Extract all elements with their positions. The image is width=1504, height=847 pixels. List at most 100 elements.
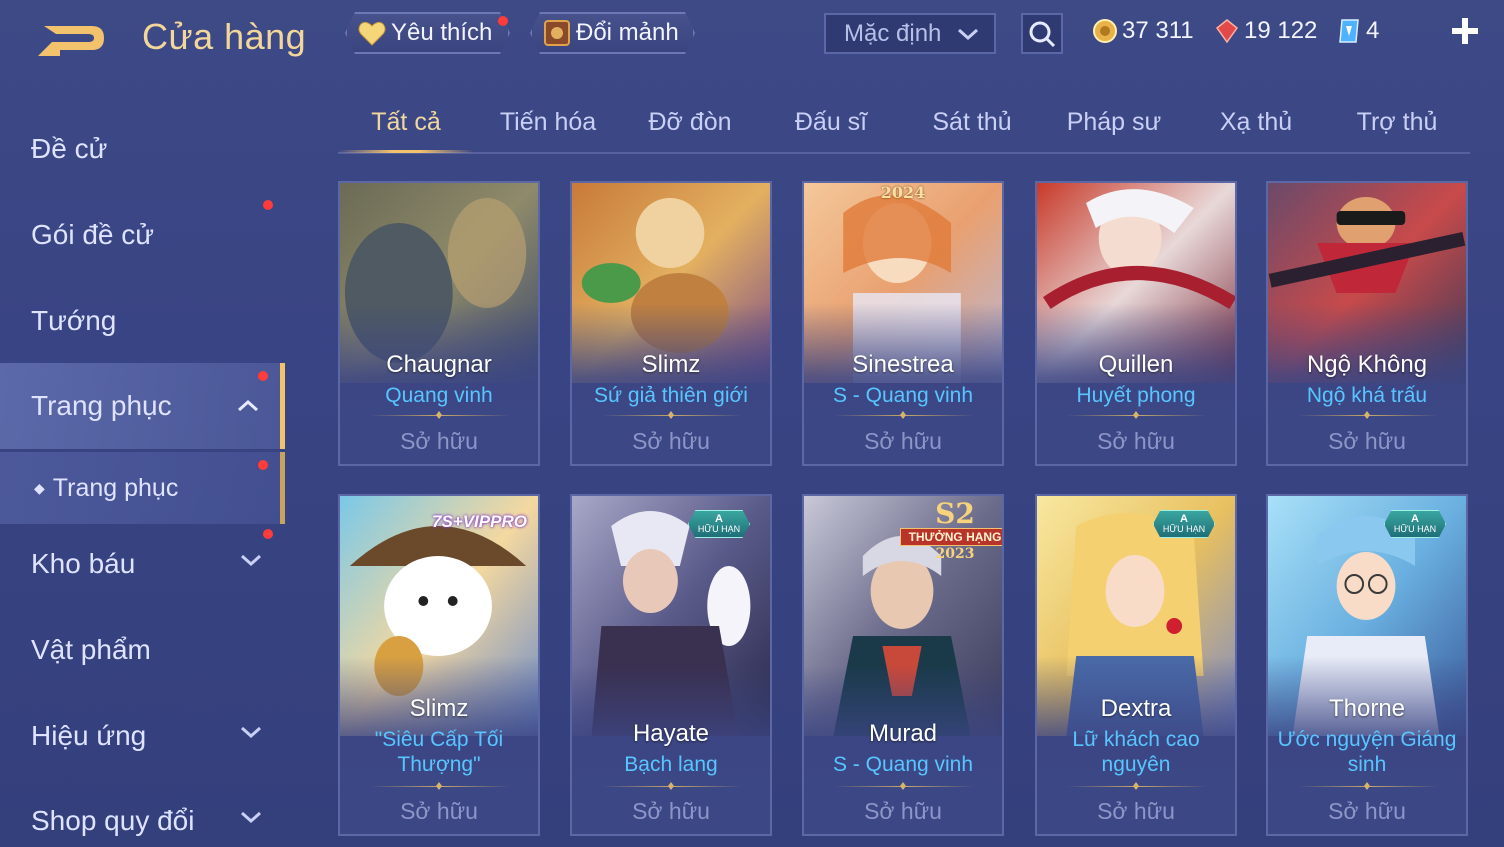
- limited-rank-badge: A HỮU HẠN: [688, 510, 750, 538]
- gem-currency: 4: [1336, 15, 1379, 47]
- sidebar: Đề cử Gói đề cử Tướng Trang phục ◆ Trang…: [0, 100, 285, 847]
- notification-dot: [258, 460, 268, 470]
- sort-dropdown[interactable]: Mặc định: [824, 13, 996, 54]
- tab-all[interactable]: Tất cả: [338, 108, 474, 154]
- limited-rank-badge: A HỮU HẠN: [1384, 510, 1446, 538]
- hero-name: Ngộ Không: [1306, 351, 1428, 378]
- skin-name: Ngộ khá trấu: [1306, 384, 1428, 407]
- page-title: Cửa hàng: [142, 16, 307, 57]
- tab-mage[interactable]: Pháp sư: [1046, 108, 1182, 154]
- exchange-shards-button[interactable]: Đổi mảnh: [530, 12, 695, 54]
- skin-card[interactable]: 7S+VIPPRO Slimz "Siêu Cấp Tối Thượng" Sở…: [338, 494, 540, 836]
- skin-card[interactable]: A HỮU HẠN Thorne Ước nguyện Giáng sinh S…: [1266, 494, 1468, 836]
- back-button[interactable]: [30, 20, 110, 60]
- sidebar-item-label: Đề cử: [31, 133, 108, 164]
- heart-icon: [357, 18, 387, 48]
- gem-amount: 4: [1366, 17, 1380, 44]
- hero-name: Slimz: [409, 695, 469, 722]
- sidebar-item-heroes[interactable]: Tướng: [0, 278, 285, 364]
- sidebar-item-treasure[interactable]: Kho báu: [0, 521, 285, 607]
- chevron-down-icon: [241, 726, 261, 739]
- divider: [1298, 415, 1438, 416]
- divider: [1067, 786, 1207, 787]
- hero-name: Thorne: [1328, 695, 1406, 722]
- ruby-currency: 19 122: [1214, 15, 1317, 47]
- owned-status: Sở hữu: [400, 428, 478, 454]
- gold-currency: 37 311: [1092, 15, 1194, 47]
- owned-status: Sở hữu: [1328, 428, 1406, 454]
- event-year-badge: 2024: [880, 183, 926, 202]
- divider: [834, 415, 974, 416]
- search-button[interactable]: [1021, 13, 1063, 54]
- notification-dot: [258, 371, 268, 381]
- sidebar-item-effects[interactable]: Hiệu ứng: [0, 693, 285, 779]
- hero-name: Chaugnar: [386, 351, 492, 378]
- skin-card[interactable]: Quillen Huyết phong Sở hữu: [1035, 181, 1237, 466]
- owned-status: Sở hữu: [400, 798, 478, 824]
- sidebar-item-recommended[interactable]: Đề cử: [0, 106, 285, 192]
- owned-status: Sở hữu: [864, 798, 942, 824]
- divider: [834, 786, 974, 787]
- vip-badge: 7S+VIPPRO: [432, 512, 527, 531]
- bullet-icon: ◆: [34, 479, 45, 496]
- skin-card[interactable]: S2 THƯỞNG HẠNG 2023 Murad S - Quang vinh…: [802, 494, 1004, 836]
- skin-name: Ước nguyện Giáng sinh: [1277, 728, 1457, 776]
- gold-coin-icon: [1093, 19, 1117, 43]
- notification-dot: [498, 16, 508, 26]
- season-rank-badge: S2 THƯỞNG HẠNG 2023: [900, 500, 1002, 564]
- sidebar-item-label: Trang phục: [31, 390, 172, 421]
- tab-fighter[interactable]: Đấu sĩ: [763, 108, 899, 154]
- sidebar-item-skins[interactable]: Trang phục: [0, 363, 285, 449]
- skin-name: Quang vinh: [385, 384, 493, 407]
- hero-name: Sinestrea: [852, 351, 954, 378]
- divider: [370, 786, 510, 787]
- skin-name: Huyết phong: [1076, 384, 1196, 407]
- search-icon: [1029, 21, 1056, 47]
- tab-support[interactable]: Trợ thủ: [1329, 108, 1465, 154]
- hero-name: Slimz: [641, 351, 701, 378]
- divider: [602, 786, 742, 787]
- skin-name: "Siêu Cấp Tối Thượng": [374, 728, 504, 776]
- sidebar-item-label: Gói đề cử: [31, 219, 155, 250]
- skin-card[interactable]: A HỮU HẠN Hayate Bạch lang Sở hữu: [570, 494, 772, 836]
- chevron-down-icon: [241, 554, 261, 567]
- active-tab-indicator: [338, 150, 474, 153]
- sidebar-item-recommended-bundles[interactable]: Gói đề cử: [0, 192, 285, 278]
- skin-card[interactable]: A HỮU HẠN Dextra Lữ khách cao nguyên Sở …: [1035, 494, 1237, 836]
- ruby-amount: 19 122: [1244, 17, 1318, 44]
- shard-chest-icon: [542, 18, 572, 48]
- favorites-label: Yêu thích: [391, 19, 493, 46]
- owned-status: Sở hữu: [1097, 428, 1175, 454]
- skin-card[interactable]: 2024 Sinestrea S - Quang vinh Sở hữu: [802, 181, 1004, 466]
- owned-status: Sở hữu: [632, 798, 710, 824]
- skin-card[interactable]: Slimz Sứ giả thiên giới Sở hữu: [570, 181, 772, 466]
- chevron-up-icon: [238, 399, 258, 412]
- exchange-label: Đổi mảnh: [576, 19, 679, 46]
- notification-dot: [263, 529, 273, 539]
- ruby-icon: [1215, 19, 1239, 44]
- sidebar-item-label: Hiệu ứng: [31, 720, 147, 751]
- tab-marksman[interactable]: Xạ thủ: [1188, 108, 1324, 154]
- back-arrow-icon: [38, 26, 104, 56]
- favorites-button[interactable]: Yêu thích: [345, 12, 510, 54]
- sidebar-item-label: Vật phẩm: [31, 634, 151, 665]
- skin-name: S - Quang vinh: [832, 753, 974, 776]
- top-up-button[interactable]: [1448, 14, 1482, 48]
- owned-status: Sở hữu: [864, 428, 942, 454]
- sidebar-subitem-skins[interactable]: ◆ Trang phục: [0, 452, 285, 524]
- skin-name: S - Quang vinh: [832, 384, 974, 407]
- tab-assassin[interactable]: Sát thủ: [904, 108, 1040, 154]
- sidebar-item-exchange-shop[interactable]: Shop quy đổi: [0, 778, 285, 847]
- voucher-gem-icon: [1339, 19, 1359, 43]
- skin-name: Bạch lang: [624, 753, 718, 776]
- divider: [370, 415, 510, 416]
- skin-card[interactable]: Chaugnar Quang vinh Sở hữu: [338, 181, 540, 466]
- tab-tank[interactable]: Đỡ đòn: [622, 108, 758, 154]
- tab-evolution[interactable]: Tiến hóa: [480, 108, 616, 154]
- sidebar-item-items[interactable]: Vật phẩm: [0, 607, 285, 693]
- hero-name: Hayate: [632, 720, 710, 747]
- plus-icon: [1452, 18, 1478, 44]
- owned-status: Sở hữu: [1328, 798, 1406, 824]
- category-tabs: Tất cả Tiến hóa Đỡ đòn Đấu sĩ Sát thủ Ph…: [338, 100, 1470, 154]
- skin-card[interactable]: Ngộ Không Ngộ khá trấu Sở hữu: [1266, 181, 1468, 466]
